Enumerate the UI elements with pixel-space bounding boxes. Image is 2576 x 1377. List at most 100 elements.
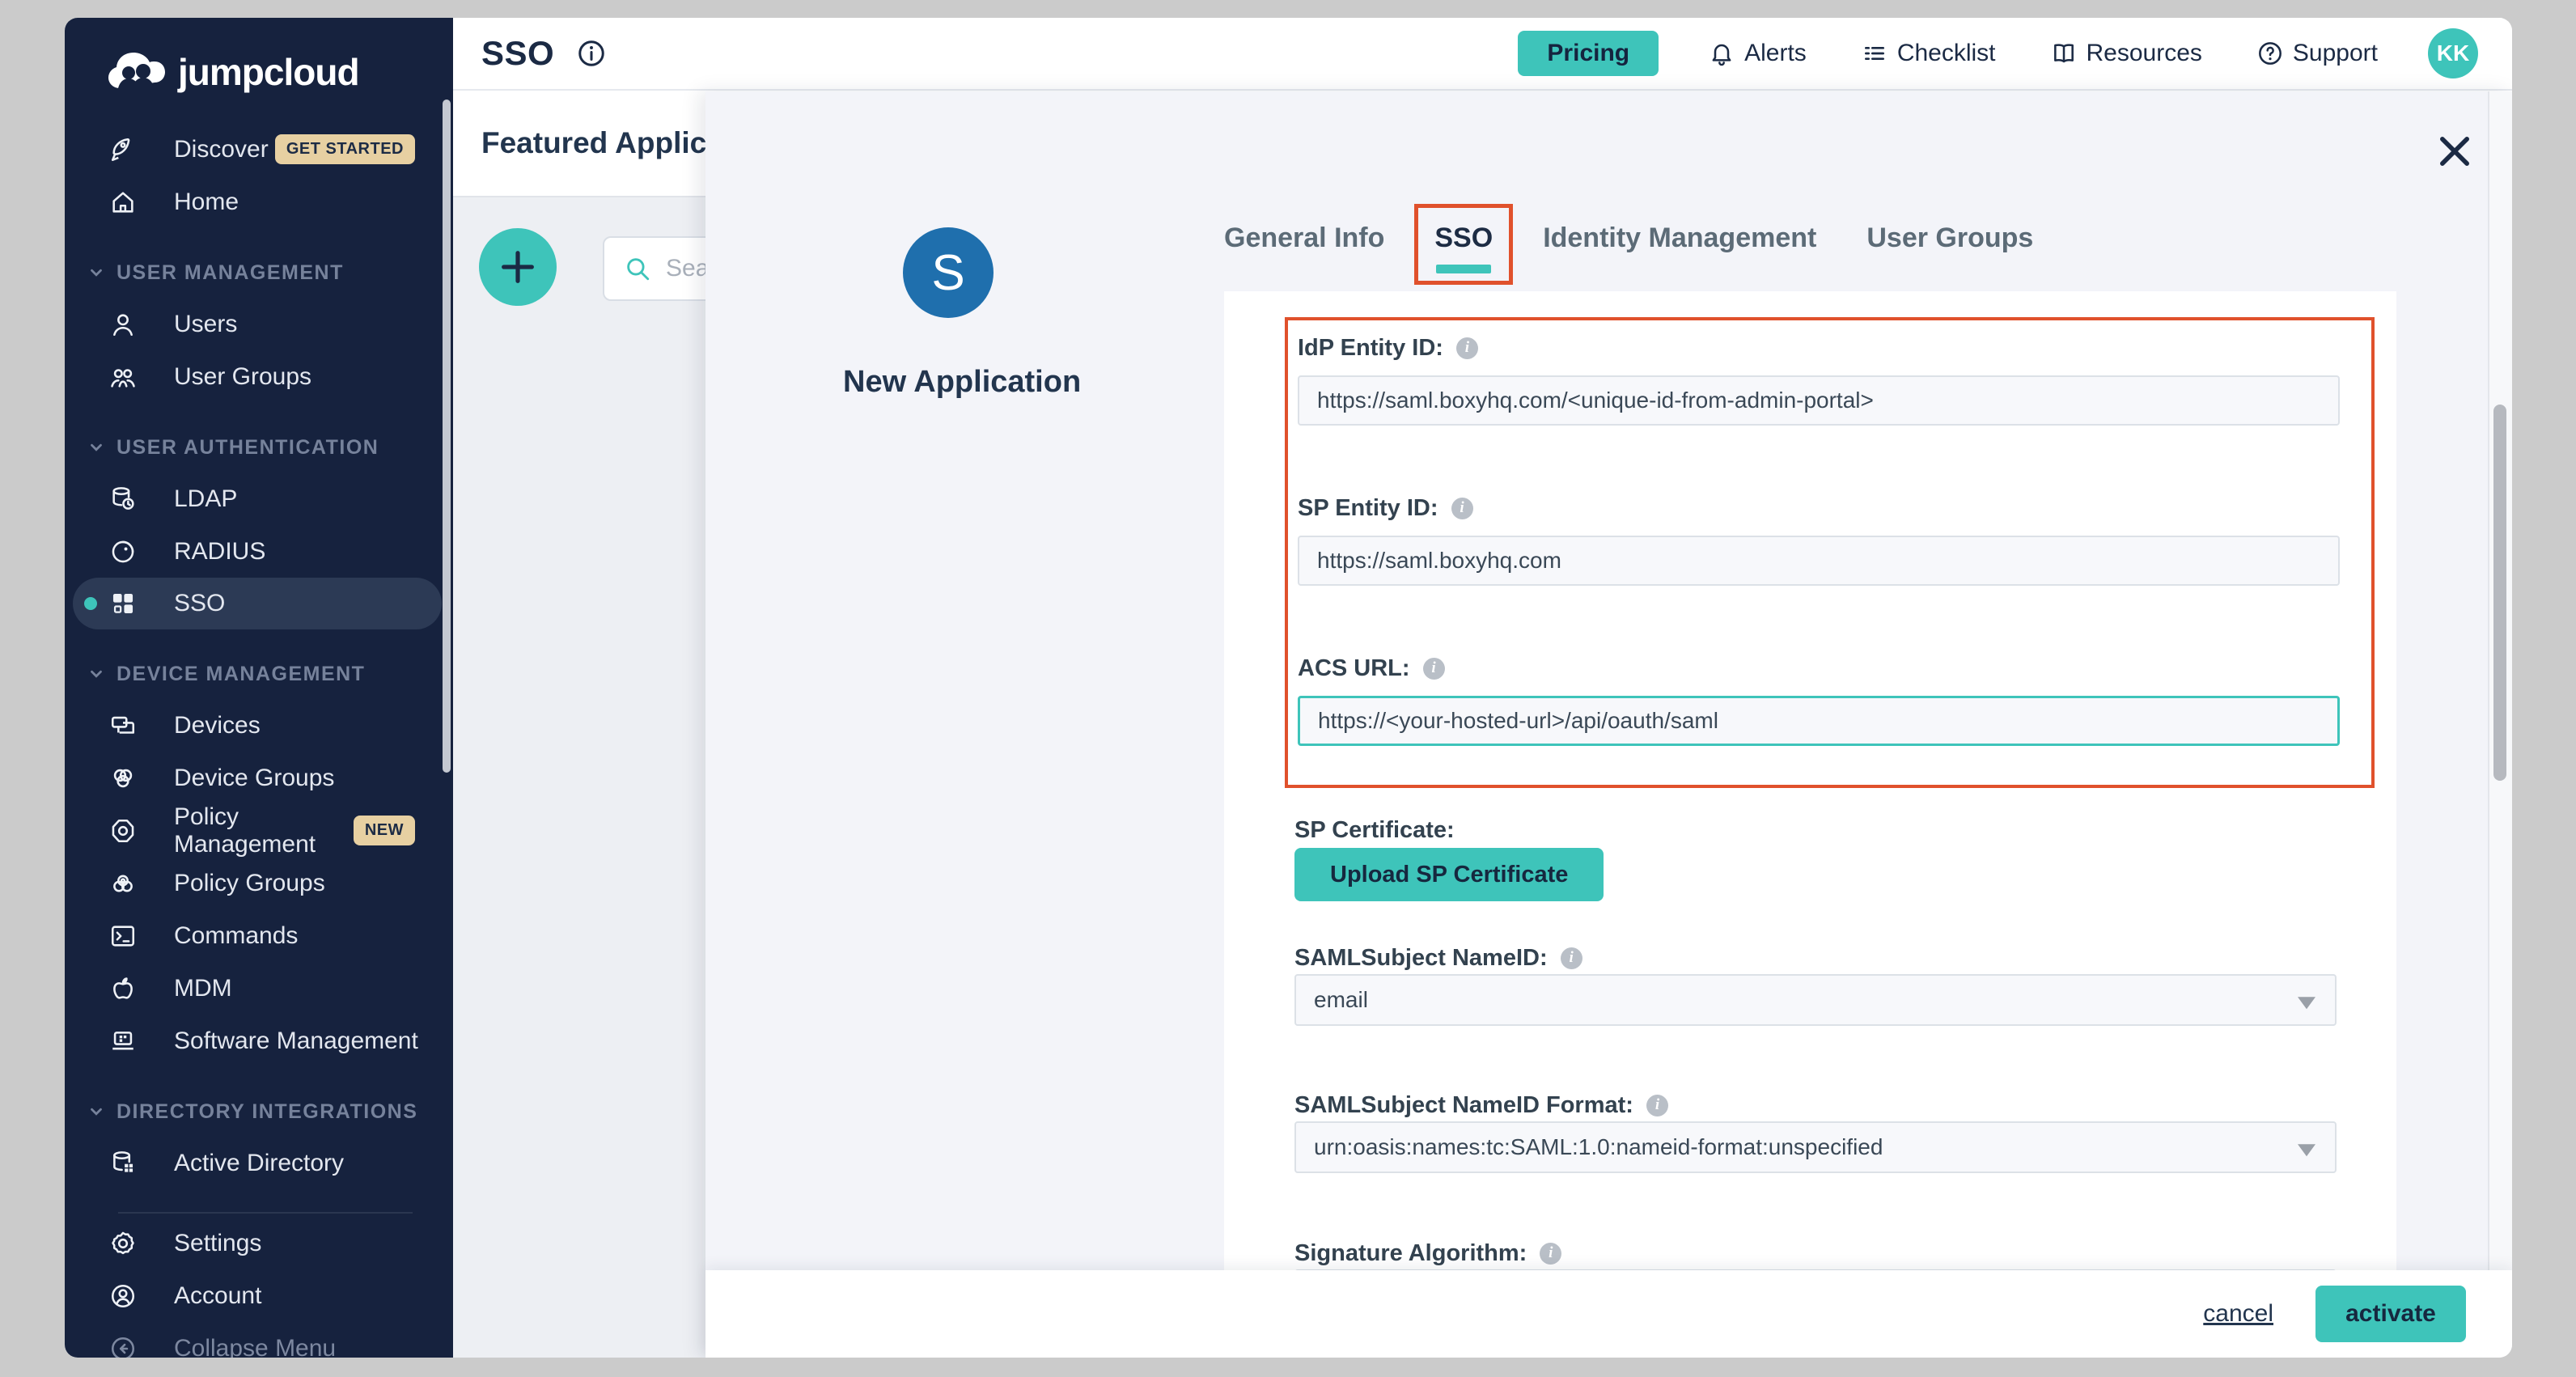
dropdown-caret-icon bbox=[2298, 997, 2315, 1009]
section-label: DIRECTORY INTEGRATIONS bbox=[117, 1100, 417, 1124]
checklist-icon bbox=[1862, 40, 1888, 66]
sidebar-item-radius[interactable]: RADIUS bbox=[65, 525, 453, 578]
sidebar-item-settings[interactable]: Settings bbox=[65, 1217, 453, 1269]
sp-entity-id-input[interactable] bbox=[1298, 536, 2340, 586]
sidebar-item-users[interactable]: Users bbox=[65, 298, 453, 350]
sidebar-item-sso[interactable]: SSO bbox=[73, 578, 442, 629]
cancel-button[interactable]: cancel bbox=[2198, 1299, 2278, 1328]
sidebar-item-collapse-menu[interactable]: Collapse Menu bbox=[65, 1322, 453, 1358]
sidebar-item-label: User Groups bbox=[174, 363, 311, 391]
active-directory-icon bbox=[109, 1150, 137, 1177]
acs-url-field: ACS URL: i bbox=[1298, 654, 2340, 746]
sidebar-item-policy-groups[interactable]: Policy Groups bbox=[65, 857, 453, 909]
field-label: SAMLSubject NameID Format: bbox=[1294, 1091, 1633, 1120]
sidebar-item-discover[interactable]: Discover GET STARTED bbox=[65, 123, 453, 176]
sidebar-item-device-groups[interactable]: Device Groups bbox=[65, 752, 453, 804]
account-icon bbox=[109, 1282, 137, 1310]
info-icon[interactable]: i bbox=[1451, 498, 1473, 519]
idp-entity-id-field: IdP Entity ID: i bbox=[1298, 333, 2340, 426]
acs-url-label-row: ACS URL: i bbox=[1298, 654, 2340, 683]
tab-identity-management[interactable]: Identity Management bbox=[1543, 211, 1816, 262]
sidebar-item-mdm[interactable]: MDM bbox=[65, 962, 453, 1015]
tab-label: User Groups bbox=[1866, 222, 2033, 253]
sidebar-section-device-management[interactable]: DEVICE MANAGEMENT bbox=[65, 649, 453, 699]
jumpcloud-logo[interactable]: jumpcloud bbox=[65, 18, 453, 102]
device-groups-icon bbox=[109, 765, 137, 792]
tab-general-info[interactable]: General Info bbox=[1224, 211, 1384, 262]
idp-entity-id-input[interactable] bbox=[1298, 375, 2340, 426]
sidebar-item-account[interactable]: Account bbox=[65, 1269, 453, 1322]
sidebar-item-home[interactable]: Home bbox=[65, 176, 453, 228]
samlsubject-nameid-format-field: SAMLSubject NameID Format: i urn:oasis:n… bbox=[1294, 1091, 2337, 1173]
policy-groups-icon bbox=[109, 870, 137, 897]
sidebar-scrollbar[interactable] bbox=[443, 100, 451, 773]
sidebar-section-user-authentication[interactable]: USER AUTHENTICATION bbox=[65, 422, 453, 472]
modal-scrollbar-thumb[interactable] bbox=[2493, 405, 2506, 781]
samlsubject-nameid-format-label-row: SAMLSubject NameID Format: i bbox=[1294, 1091, 2337, 1120]
sidebar-item-active-directory[interactable]: Active Directory bbox=[65, 1137, 453, 1189]
field-label: IdP Entity ID: bbox=[1298, 333, 1443, 362]
modal-scrollbar[interactable] bbox=[2488, 91, 2512, 1358]
resources-button[interactable]: Resources bbox=[2046, 39, 2207, 68]
info-icon[interactable] bbox=[577, 39, 606, 68]
logo-wordmark: jumpcloud bbox=[178, 50, 359, 94]
sidebar-item-label: Users bbox=[174, 311, 237, 338]
sidebar-item-label: MDM bbox=[174, 975, 232, 1002]
info-icon[interactable]: i bbox=[1561, 947, 1582, 969]
info-icon[interactable]: i bbox=[1423, 658, 1445, 680]
pricing-button[interactable]: Pricing bbox=[1518, 31, 1659, 76]
checklist-button[interactable]: Checklist bbox=[1857, 39, 2001, 68]
sidebar-item-policy-management[interactable]: Policy Management NEW bbox=[65, 804, 453, 857]
sidebar-item-devices[interactable]: Devices bbox=[65, 699, 453, 752]
sidebar-item-user-groups[interactable]: User Groups bbox=[65, 350, 453, 403]
close-icon[interactable] bbox=[2434, 130, 2476, 172]
alerts-label: Alerts bbox=[1744, 40, 1807, 67]
sidebar-section-directory-integrations[interactable]: DIRECTORY INTEGRATIONS bbox=[65, 1087, 453, 1137]
rocket-icon bbox=[109, 136, 137, 163]
sidebar-item-commands[interactable]: Commands bbox=[65, 909, 453, 962]
dropdown-caret-icon bbox=[2298, 1144, 2315, 1156]
signature-algorithm-label-row: Signature Algorithm: i bbox=[1294, 1239, 2337, 1268]
samlsubject-nameid-label-row: SAMLSubject NameID: i bbox=[1294, 943, 2337, 972]
sidebar-item-software-management[interactable]: Software Management bbox=[65, 1015, 453, 1067]
modal-tabs: General Info SSO Identity Management Use… bbox=[1224, 211, 2033, 282]
field-label: SP Certificate: bbox=[1294, 816, 1455, 845]
info-icon[interactable]: i bbox=[1540, 1243, 1561, 1265]
page-title: SSO bbox=[481, 34, 554, 73]
samlsubject-nameid-format-select[interactable]: urn:oasis:names:tc:SAML:1.0:nameid-forma… bbox=[1294, 1121, 2337, 1173]
activate-button[interactable]: activate bbox=[2315, 1286, 2466, 1342]
info-icon[interactable]: i bbox=[1646, 1095, 1668, 1116]
bell-icon bbox=[1709, 40, 1735, 66]
apple-icon bbox=[109, 975, 137, 1002]
sso-settings-form: IdP Entity ID: i SP Entity ID: i bbox=[1224, 291, 2396, 1270]
ldap-database-icon bbox=[109, 485, 137, 513]
info-icon[interactable]: i bbox=[1456, 337, 1478, 359]
acs-url-input[interactable] bbox=[1298, 696, 2340, 746]
modal-footer: cancel activate bbox=[705, 1270, 2512, 1358]
add-application-button[interactable] bbox=[479, 228, 557, 306]
sidebar-item-label: Policy Management bbox=[174, 803, 354, 858]
chevron-down-icon bbox=[87, 1103, 105, 1121]
support-button[interactable]: Support bbox=[2252, 39, 2383, 68]
user-icon bbox=[109, 311, 137, 338]
upload-sp-certificate-button[interactable]: Upload SP Certificate bbox=[1294, 848, 1604, 901]
tab-sso[interactable]: SSO bbox=[1434, 211, 1493, 282]
chevron-down-icon bbox=[87, 264, 105, 282]
samlsubject-nameid-select[interactable]: email bbox=[1294, 974, 2337, 1026]
alerts-button[interactable]: Alerts bbox=[1704, 39, 1811, 68]
sp-entity-id-field: SP Entity ID: i bbox=[1298, 494, 2340, 586]
commands-terminal-icon bbox=[109, 922, 137, 950]
selected-value: urn:oasis:names:tc:SAML:1.0:nameid-forma… bbox=[1314, 1134, 1883, 1160]
field-label: SAMLSubject NameID: bbox=[1294, 943, 1548, 972]
sidebar-item-label: Active Directory bbox=[174, 1150, 344, 1177]
sidebar-item-label: Collapse Menu bbox=[174, 1335, 336, 1358]
sidebar-item-label: Discover bbox=[174, 136, 269, 163]
user-avatar[interactable]: KK bbox=[2428, 28, 2478, 78]
sidebar-item-ldap[interactable]: LDAP bbox=[65, 472, 453, 525]
tab-user-groups[interactable]: User Groups bbox=[1866, 211, 2033, 262]
sp-entity-id-label-row: SP Entity ID: i bbox=[1298, 494, 2340, 523]
entity-fields-annotation-box: IdP Entity ID: i SP Entity ID: i bbox=[1285, 317, 2375, 788]
sidebar-item-label: Software Management bbox=[174, 1027, 418, 1055]
sidebar-section-user-management[interactable]: USER MANAGEMENT bbox=[65, 248, 453, 298]
checklist-label: Checklist bbox=[1897, 40, 1996, 67]
